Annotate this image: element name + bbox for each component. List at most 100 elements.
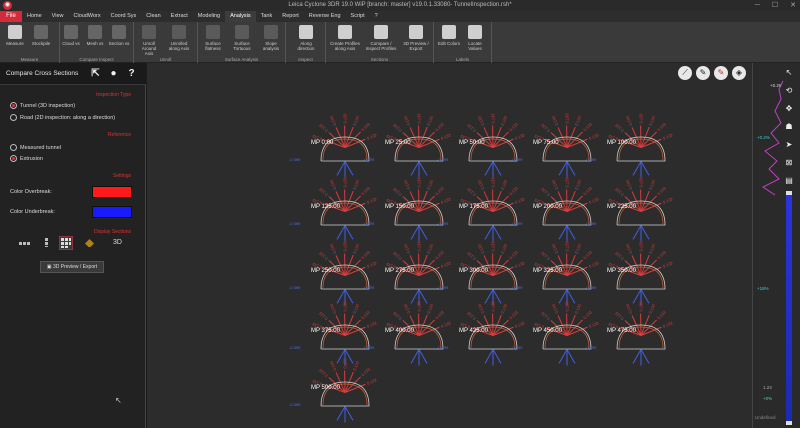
radio-extrusion[interactable] xyxy=(10,155,17,162)
section-label: MP 250.00 xyxy=(311,268,340,274)
section-label: MP 325.00 xyxy=(533,268,562,274)
section-label: MP 25.00 xyxy=(385,140,411,146)
colorbar-upper-handle[interactable] xyxy=(786,191,792,195)
cross-section[interactable]: 0.133 0.133 0.133 0.133 0.133 0.133 0.133 -0.39… xyxy=(511,301,607,389)
tunnel-radio-option[interactable]: Tunnel (3D inspection) xyxy=(10,102,75,109)
create-profiles-button[interactable]: Create Profiles along Axis xyxy=(330,25,360,51)
diamond-icon[interactable] xyxy=(84,238,95,247)
compare-profiles-button[interactable]: Compare / Inspect Profiles xyxy=(364,25,398,51)
surface-flatness-button[interactable]: Surface flatness xyxy=(202,25,224,51)
overbreak-value: 0.133 xyxy=(637,301,644,312)
deviation-value: -0.399 xyxy=(289,345,301,350)
underbreak-color-swatch[interactable] xyxy=(92,206,132,218)
file-tab[interactable]: File xyxy=(0,11,22,22)
edit-colors-button[interactable]: Edit Colors xyxy=(438,25,460,46)
pan-icon[interactable]: ✥ xyxy=(783,103,795,114)
road-radio-option[interactable]: Road (2D inspection: along a direction) xyxy=(10,114,115,121)
cross-section[interactable]: 0.133 0.133 0.133 0.133 0.133 0.133 0.133 -0.39… xyxy=(585,301,681,389)
deviation-value: -0.399 xyxy=(363,221,375,226)
section-label: MP 200.00 xyxy=(533,204,562,210)
overbreak-value: 0.133 xyxy=(550,115,560,127)
layout-grid-icon[interactable] xyxy=(59,236,73,250)
overbreak-value: 0.133 xyxy=(637,177,644,188)
mesh-vs-button[interactable]: Mesh vs xyxy=(84,25,106,46)
overbreak-value: 0.133 xyxy=(341,358,348,369)
layout-row-icon[interactable] xyxy=(19,239,30,248)
surface-tortuous-icon xyxy=(235,25,249,39)
mode-3d-toggle[interactable]: 3D xyxy=(113,239,122,246)
overbreak-value: 0.133 xyxy=(476,115,486,127)
cross-section[interactable]: 0.133 0.133 0.133 0.133 0.133 0.133 0.133 -0.39… xyxy=(437,301,533,389)
slope-analysis-icon xyxy=(264,25,278,39)
deviation-value: -0.399 xyxy=(585,157,597,162)
label-icon[interactable]: ◈ xyxy=(732,66,746,80)
mouse-mode-icon[interactable]: ☗ xyxy=(783,121,795,132)
preview-export-button[interactable]: ▣ 3D Preview / Export xyxy=(40,261,104,273)
section-vs-button[interactable]: Section vs xyxy=(108,25,130,46)
layout-column-icon[interactable] xyxy=(41,238,52,247)
tab-report[interactable]: Report xyxy=(277,11,304,22)
measure-button[interactable]: Measure xyxy=(4,25,26,46)
overbreak-color-swatch[interactable] xyxy=(92,186,132,198)
tab-reverse-eng[interactable]: Reverse Eng xyxy=(304,11,346,22)
section-label: MP 425.00 xyxy=(459,328,488,334)
tab-script[interactable]: Script xyxy=(346,11,370,22)
deviation-value: -0.399 xyxy=(289,157,301,162)
deviation-colorbar[interactable] xyxy=(786,193,792,425)
select-cursor-icon[interactable]: ↖ xyxy=(783,67,795,78)
measure-icon[interactable]: ✎ xyxy=(696,66,710,80)
tab-home[interactable]: Home xyxy=(22,11,47,22)
export-icon[interactable]: ⇱ xyxy=(90,68,101,79)
tab-help[interactable]: ? xyxy=(370,11,383,22)
unroll-along-axis-button[interactable]: Unrolled along Axis xyxy=(168,25,190,51)
overbreak-value: 0.133 xyxy=(489,301,496,312)
clip-icon[interactable]: ⊠ xyxy=(783,157,795,168)
preview-export-ribbon-button[interactable]: 3D Preview / Export xyxy=(402,25,430,51)
colorbar-lower-handle[interactable] xyxy=(786,421,792,425)
scale-icon[interactable]: ⟋ xyxy=(678,66,692,80)
user-icon[interactable]: ● xyxy=(108,68,119,79)
section-label: MP 500.00 xyxy=(311,385,340,391)
tab-modeling[interactable]: Modeling xyxy=(193,11,225,22)
slope-analysis-button[interactable]: Slope analysis xyxy=(260,25,282,51)
cloud-vs-button[interactable]: Cloud vs xyxy=(60,25,82,46)
ribbon-group-sections: Create Profiles along Axis Compare / Ins… xyxy=(326,22,434,63)
stockpile-button[interactable]: Stockpile xyxy=(30,25,52,46)
extrusion-option[interactable]: Extrusion xyxy=(10,155,43,162)
radio-road[interactable] xyxy=(10,114,17,121)
tab-cloudworx[interactable]: CloudWorx xyxy=(69,11,106,22)
measure-red-icon[interactable]: ✎ xyxy=(714,66,728,80)
maximize-icon[interactable]: ☐ xyxy=(772,0,778,11)
layers-icon[interactable]: ▤ xyxy=(783,175,795,186)
undefined-label: Undefined xyxy=(755,415,776,420)
deviation-value: -0.399 xyxy=(289,285,301,290)
radio-tunnel[interactable] xyxy=(10,102,17,109)
measure-icon xyxy=(8,25,22,39)
unroll-around-axis-button[interactable]: Unroll Around Axis xyxy=(138,25,160,56)
cross-section[interactable]: 0.133 0.133 0.133 0.133 0.133 0.133 0.133 -0.39… xyxy=(289,358,385,428)
tab-extract[interactable]: Extract xyxy=(166,11,193,22)
radio-measured-tunnel[interactable] xyxy=(10,144,17,151)
3d-viewport[interactable]: ⟋ ✎ ✎ ◈ 0.133 0.133 0.133 0.133 0.133 0.133 0.… xyxy=(147,63,752,428)
help-icon[interactable]: ? xyxy=(126,68,137,79)
rotate-icon[interactable]: ⟲ xyxy=(783,85,795,96)
tab-clean[interactable]: Clean xyxy=(141,11,165,22)
tab-analysis[interactable]: Analysis xyxy=(225,11,256,22)
surface-tortuous-button[interactable]: Surface Tortuous xyxy=(231,25,253,51)
close-icon[interactable]: ✕ xyxy=(790,0,796,11)
ribbon: Measure Stockpile Measure Cloud vs Mesh … xyxy=(0,22,800,63)
overbreak-value: 0.133 xyxy=(415,241,422,252)
tab-view[interactable]: View xyxy=(47,11,69,22)
tab-tank[interactable]: Tank xyxy=(256,11,278,22)
deviation-value: -0.399 xyxy=(511,345,523,350)
along-direction-button[interactable]: Along direction xyxy=(295,25,317,51)
cross-section[interactable]: 0.133 0.133 0.133 0.133 0.133 0.133 0.133 -0.39… xyxy=(363,301,459,389)
locate-values-button[interactable]: Locate Values xyxy=(464,25,486,51)
tab-coord-sys[interactable]: Coord Sys xyxy=(106,11,142,22)
overbreak-value: 0.133 xyxy=(573,115,583,127)
fly-icon[interactable]: ➤ xyxy=(783,139,795,150)
minimize-icon[interactable]: ─ xyxy=(755,0,760,11)
section-label: MP 50.00 xyxy=(459,140,485,146)
display-sections-title: Display Sections xyxy=(94,229,131,235)
measured-tunnel-option[interactable]: Measured tunnel xyxy=(10,144,61,151)
